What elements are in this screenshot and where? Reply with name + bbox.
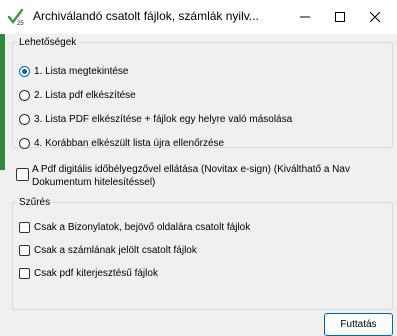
filter-1-checkbox[interactable] [19,222,30,233]
option-2-radio[interactable] [19,90,30,101]
close-icon [370,12,380,22]
options-group: Lehetőségek 1. Lista megtekintése 2. Lis… [12,37,393,149]
filter-2-checkbox[interactable] [19,245,30,256]
option-1-radio[interactable] [19,66,30,77]
option-3-label: 3. Lista PDF elkészítése + fájlok egy he… [34,114,293,125]
filter-group-legend: Szűrés [19,197,51,208]
option-1-label: 1. Lista megtekintése [34,66,129,77]
option-2-label: 2. Lista pdf elkészítése [34,90,136,101]
filter-group: Szűrés Csak a Bizonylatok, bejövő oldalá… [12,197,393,310]
maximize-icon [335,12,345,22]
title-bar[interactable]: 25 Archiválandó csatolt fájlok, számlák … [0,0,397,34]
close-button[interactable] [360,4,390,30]
check-25-icon: 25 [7,8,25,27]
filter-2-label: Csak a számlának jelölt csatolt fájlok [34,245,197,256]
timestamp-label: A Pdf digitális időbélyegzővel ellátása … [32,164,350,188]
timestamp-checkbox[interactable] [16,168,29,181]
filter-3-checkbox[interactable] [19,268,30,279]
minimize-button[interactable] [290,4,320,30]
filter-3-label: Csak pdf kiterjesztésű fájlok [34,268,158,279]
option-4-radio[interactable] [19,138,30,149]
options-group-legend: Lehetőségek [19,37,77,48]
svg-text:25: 25 [17,21,24,26]
maximize-button[interactable] [325,4,355,30]
option-4-label: 4. Korábban elkészült lista újra ellenőr… [34,138,225,149]
minimize-icon [300,16,310,18]
window-title: Archiválandó csatolt fájlok, számlák nyi… [33,9,259,23]
option-3-radio[interactable] [19,114,30,125]
run-button[interactable]: Futtatás [324,313,393,336]
filter-1-label: Csak a Bizonylatok, bejövő oldalára csat… [34,222,251,233]
background-window-edge [0,34,5,170]
